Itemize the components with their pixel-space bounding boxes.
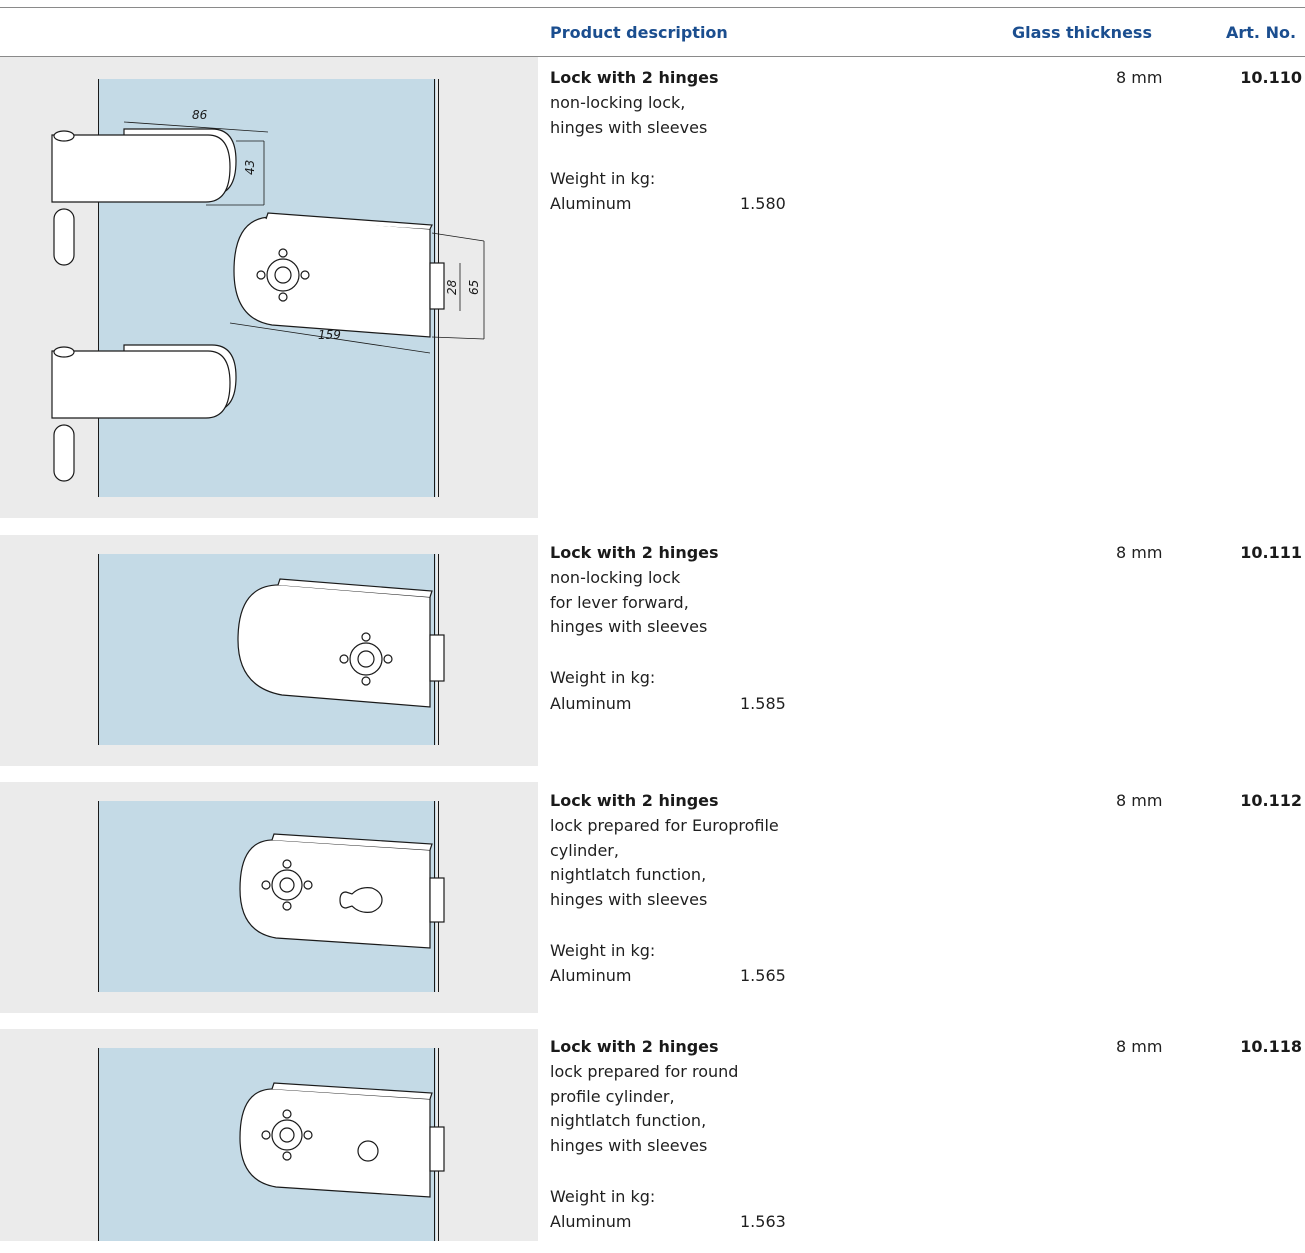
description-line: non-locking lock xyxy=(550,568,681,587)
screw xyxy=(261,1130,271,1140)
sleeve xyxy=(53,424,75,482)
hinge-pin xyxy=(53,130,75,142)
weight-label: Weight in kg: xyxy=(550,668,656,687)
material: Aluminum xyxy=(550,694,632,713)
screw xyxy=(278,248,288,258)
description-line: nightlatch function, xyxy=(550,865,707,885)
weight-value: 1.565 xyxy=(740,966,786,985)
material: Aluminum xyxy=(550,1212,632,1231)
product-image-panel xyxy=(0,535,538,766)
lock-drawing xyxy=(237,578,445,708)
glass-thickness-value: 8 mm xyxy=(1116,1037,1163,1056)
screw xyxy=(303,1130,313,1140)
art-no-value: 10.110 xyxy=(1240,68,1302,87)
round-cylinder-cutout xyxy=(357,1140,379,1162)
screw xyxy=(282,1151,292,1161)
screw xyxy=(303,880,313,890)
product-row: Lock with 2 hinges lock prepared for Eur… xyxy=(0,782,1305,1013)
glass-thickness-value: 8 mm xyxy=(1116,791,1163,810)
latch xyxy=(429,262,445,310)
description-line: hinges with sleeves xyxy=(550,890,708,910)
description-line: lock prepared for round xyxy=(550,1062,739,1081)
glass-thickness-value: 8 mm xyxy=(1116,68,1163,87)
product-row: Lock with 2 hinges lock prepared for rou… xyxy=(0,1029,1305,1241)
lock-round-cylinder-drawing xyxy=(239,1082,445,1198)
lock-body xyxy=(237,584,431,708)
screw xyxy=(278,292,288,302)
handle-spindle xyxy=(279,1127,295,1143)
dimension-label: 43 xyxy=(243,160,257,175)
hinge-pin xyxy=(53,346,75,358)
product-title: Lock with 2 hinges xyxy=(550,1037,719,1056)
description-line: non-locking lock, xyxy=(550,93,686,112)
dimension-label: 159 xyxy=(318,328,341,342)
product-description: non-locking lock, hinges with sleeves xyxy=(550,91,707,140)
product-description: lock prepared for Europrofile cylinder, … xyxy=(550,814,779,913)
latch xyxy=(429,634,445,682)
screw xyxy=(361,632,371,642)
screw xyxy=(339,654,349,664)
description-line: cylinder, xyxy=(550,840,619,860)
product-image-panel xyxy=(0,1029,538,1241)
weight-label: Weight in kg: xyxy=(550,941,656,960)
lock-europrofile-drawing xyxy=(239,833,445,949)
product-image-panel xyxy=(0,782,538,1013)
screw xyxy=(261,880,271,890)
description-line: hinges with sleeves xyxy=(550,117,708,137)
header-product-description: Product description xyxy=(550,23,728,42)
handle-spindle xyxy=(279,877,295,893)
screw xyxy=(256,270,266,280)
material: Aluminum xyxy=(550,966,632,985)
handle-spindle xyxy=(274,266,292,284)
table-header: Product description Glass thickness Art.… xyxy=(0,8,1305,56)
product-description: non-locking lock for lever forward, hing… xyxy=(550,566,707,640)
art-no-value: 10.118 xyxy=(1240,1037,1302,1056)
handle-spindle xyxy=(357,650,375,668)
dimension-label: 86 xyxy=(192,108,208,122)
screw xyxy=(282,1109,292,1119)
description-line: lock prepared for Europrofile xyxy=(550,816,779,835)
description-line: hinges with sleeves xyxy=(550,617,708,637)
product-title: Lock with 2 hinges xyxy=(550,543,719,562)
screw xyxy=(383,654,393,664)
glass-thickness-value: 8 mm xyxy=(1116,543,1163,562)
weight-value: 1.580 xyxy=(740,194,786,213)
description-line: profile cylinder, xyxy=(550,1086,675,1106)
screw xyxy=(361,676,371,686)
material: Aluminum xyxy=(550,194,632,213)
lock-body xyxy=(239,839,431,949)
header-art-no: Art. No. xyxy=(1226,23,1297,42)
description-line: hinges with sleeves xyxy=(550,1136,708,1156)
screw xyxy=(282,859,292,869)
product-row: 86 43 159 28 65 Lock with 2 hinges non-l… xyxy=(0,57,1305,518)
sleeve xyxy=(53,208,75,266)
dimension-label: 28 xyxy=(445,279,459,295)
lock-with-hinges-drawing: 86 43 159 28 65 xyxy=(51,108,485,482)
weight-value: 1.585 xyxy=(740,694,786,713)
screw xyxy=(282,901,292,911)
weight-label: Weight in kg: xyxy=(550,1187,656,1206)
art-no-value: 10.111 xyxy=(1240,543,1302,562)
latch xyxy=(429,877,445,923)
latch xyxy=(429,1126,445,1172)
description-line: nightlatch function, xyxy=(550,1111,707,1131)
product-title: Lock with 2 hinges xyxy=(550,791,719,810)
description-line: for lever forward, xyxy=(550,592,689,612)
weight-value: 1.563 xyxy=(740,1212,786,1231)
lock-body xyxy=(239,1088,431,1198)
product-description: lock prepared for round profile cylinder… xyxy=(550,1060,738,1159)
weight-label: Weight in kg: xyxy=(550,169,656,188)
product-row: Lock with 2 hinges non-locking lock for … xyxy=(0,535,1305,766)
dimension-label: 65 xyxy=(467,280,481,295)
header-glass-thickness: Glass thickness xyxy=(1012,23,1152,42)
screw xyxy=(300,270,310,280)
hinge-plate xyxy=(51,134,231,203)
hinge-plate xyxy=(51,350,231,419)
art-no-value: 10.112 xyxy=(1240,791,1302,810)
product-title: Lock with 2 hinges xyxy=(550,68,719,87)
product-image-panel: 86 43 159 28 65 xyxy=(0,57,538,518)
